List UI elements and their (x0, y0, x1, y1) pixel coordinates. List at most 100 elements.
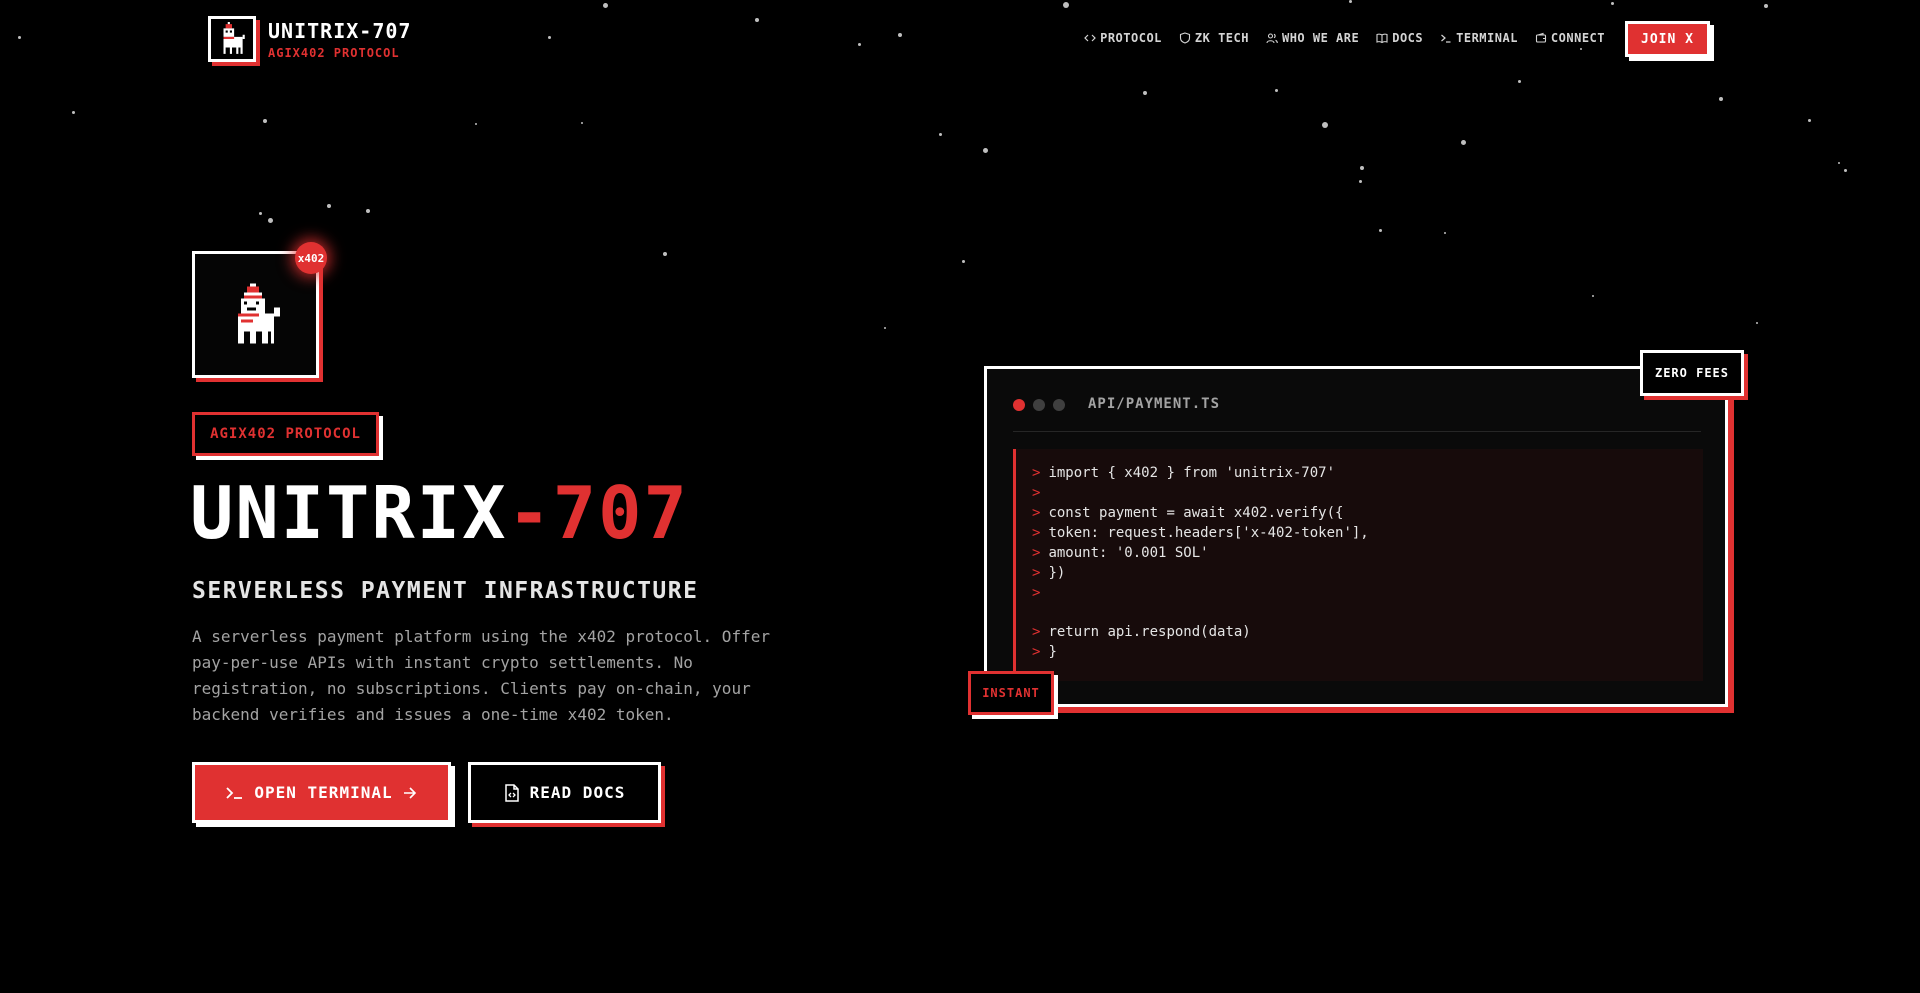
users-icon (1266, 33, 1278, 44)
star (366, 209, 370, 213)
terminal-icon (226, 786, 243, 799)
book-icon (1376, 33, 1388, 44)
dog-mascot-icon (223, 22, 245, 54)
instant-badge: INSTANT (968, 671, 1054, 715)
code-prompt: > (1032, 565, 1041, 581)
join-x-button[interactable]: JOIN X (1625, 21, 1710, 57)
star (1756, 322, 1758, 324)
hero-subtitle: SERVERLESS PAYMENT INFRASTRUCTURE (192, 578, 699, 604)
star (581, 122, 583, 124)
shield-icon (1179, 32, 1190, 44)
star (663, 252, 667, 256)
maximize-dot-icon (1053, 399, 1065, 411)
terminal-filename: API/PAYMENT.TS (1088, 396, 1221, 412)
code-text: }) (1048, 565, 1066, 581)
code-line: > import { x402 } from 'unitrix-707' (1032, 463, 1703, 483)
code-text: amount: '0.001 SOL' (1048, 545, 1209, 561)
star (1838, 162, 1840, 164)
code-line: > amount: '0.001 SOL' (1032, 543, 1703, 563)
logo[interactable] (208, 16, 256, 62)
code-prompt: > (1032, 505, 1041, 521)
read-docs-button[interactable]: READ DOCS (468, 762, 661, 823)
nav-item-label: TERMINAL (1456, 31, 1518, 45)
close-dot-icon (1013, 399, 1025, 411)
nav-item-label: CONNECT (1550, 31, 1605, 45)
star (1808, 119, 1811, 122)
minimize-dot-icon (1033, 399, 1045, 411)
star (603, 3, 608, 8)
code-text: const payment = await x402.verify({ (1048, 505, 1344, 521)
divider (1013, 431, 1701, 432)
star (259, 212, 262, 215)
nav-item-label: PROTOCOL (1100, 31, 1162, 45)
code-prompt: > (1032, 644, 1041, 660)
star (475, 123, 477, 125)
code-line: > (1032, 583, 1703, 603)
code-prompt: > (1032, 545, 1041, 561)
star (268, 218, 273, 223)
code-prompt: > (1032, 465, 1041, 481)
star (1592, 295, 1594, 297)
wallet-icon (1535, 32, 1546, 43)
code-line: > token: request.headers['x-402-token'], (1032, 523, 1703, 543)
star (858, 43, 861, 46)
nav-item-zk-tech[interactable]: ZK TECH (1179, 31, 1249, 45)
star (327, 204, 331, 208)
code-line: > (1032, 483, 1703, 503)
star (755, 18, 759, 22)
code-prompt: > (1032, 624, 1041, 640)
hero-title-accent: -707 (507, 471, 689, 555)
file-code-icon (504, 783, 519, 802)
star (983, 148, 988, 153)
main-nav: PROTOCOL ZK TECH WHO WE ARE DOCS TERMINA… (1084, 31, 1605, 45)
star (1461, 140, 1466, 145)
hero-title-main: UNITRIX (190, 471, 508, 555)
star (884, 327, 886, 329)
hero-title: UNITRIX-707 (190, 468, 689, 558)
nav-item-protocol[interactable]: PROTOCOL (1084, 31, 1162, 45)
code-icon (1084, 34, 1096, 42)
star (1844, 169, 1847, 172)
code-line: >}) (1032, 563, 1703, 583)
open-terminal-label: OPEN TERMINAL (254, 783, 393, 802)
code-prompt: > (1032, 585, 1041, 601)
code-prompt: > (1032, 485, 1041, 501)
arrow-right-icon (403, 786, 416, 799)
nav-item-who-we-are[interactable]: WHO WE ARE (1266, 31, 1359, 45)
read-docs-label: READ DOCS (529, 783, 626, 802)
code-text: } (1048, 644, 1057, 660)
nav-item-label: ZK TECH (1194, 31, 1249, 45)
star (1322, 122, 1328, 128)
star (1611, 2, 1614, 5)
nav-item-terminal[interactable]: TERMINAL (1440, 31, 1518, 45)
zero-fees-badge: ZERO FEES (1640, 350, 1744, 396)
star (548, 36, 551, 39)
code-text: import { x402 } from 'unitrix-707' (1048, 465, 1336, 481)
brand-name: UNITRIX-707 (268, 19, 412, 43)
star (939, 133, 942, 136)
star (1275, 89, 1278, 92)
star (898, 33, 902, 37)
dog-mascot-icon (237, 283, 280, 343)
star (1580, 48, 1582, 50)
code-terminal-card: API/PAYMENT.TS > import { x402 } from 'un… (984, 366, 1728, 707)
nav-item-docs[interactable]: DOCS (1376, 31, 1423, 45)
code-text: return api.respond(data) (1048, 624, 1251, 640)
star (1063, 2, 1069, 8)
code-line: > return api.respond(data) (1032, 622, 1703, 642)
code-block: > import { x402 } from 'unitrix-707' > > con… (1013, 449, 1703, 681)
x402-badge: x402 (295, 242, 327, 274)
code-line: > const payment = await x402.verify({ (1032, 503, 1703, 523)
open-terminal-button[interactable]: OPEN TERMINAL (192, 762, 451, 823)
nav-item-connect[interactable]: CONNECT (1535, 31, 1605, 45)
code-text: token: request.headers['x-402-token'], (1048, 525, 1369, 541)
code-prompt: > (1032, 525, 1041, 541)
code-line: >} (1032, 642, 1703, 662)
star (1764, 4, 1768, 8)
star (1143, 91, 1147, 95)
star (962, 260, 965, 263)
terminal-icon (1441, 34, 1451, 43)
nav-item-label: DOCS (1392, 31, 1424, 45)
window-controls (1013, 399, 1065, 411)
star (1360, 166, 1364, 170)
